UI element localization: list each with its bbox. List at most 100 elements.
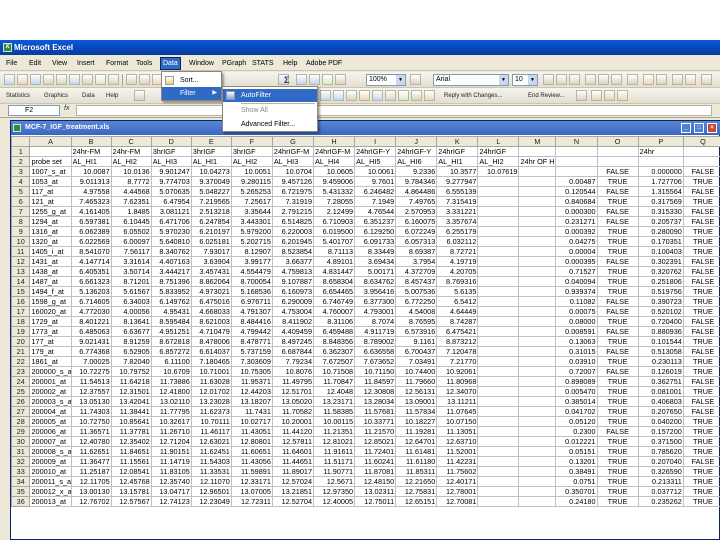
column-header[interactable]: L xyxy=(477,136,520,147)
cell[interactable] xyxy=(518,236,557,247)
cell[interactable] xyxy=(518,366,557,377)
cell[interactable]: 7.79234 xyxy=(271,356,315,367)
cell[interactable]: 4.372709 xyxy=(395,266,438,277)
cell[interactable]: 0.100403 xyxy=(637,246,684,257)
cell[interactable]: 24hrIGF xyxy=(477,146,520,157)
menu-item-advanced-filter[interactable]: Advanced Filter... xyxy=(223,118,317,131)
cell[interactable]: 0.11082 xyxy=(555,296,598,307)
cell[interactable]: TRUE xyxy=(682,356,720,367)
column-header[interactable]: D xyxy=(150,136,192,147)
cell[interactable]: 11.87081 xyxy=(354,466,397,477)
cell[interactable]: FALSE xyxy=(682,206,720,217)
cell[interactable] xyxy=(29,146,72,157)
cell[interactable]: 13.23171 xyxy=(313,396,356,407)
cell[interactable]: 0.785620 xyxy=(637,446,684,457)
cell[interactable]: 6.022569 xyxy=(70,236,112,247)
cell[interactable]: 9.457126 xyxy=(271,176,315,187)
cell[interactable] xyxy=(518,396,557,407)
cell[interactable]: 5.070635 xyxy=(150,186,192,197)
cell[interactable]: 6.687844 xyxy=(271,346,315,357)
cell[interactable]: 200008_s_at xyxy=(29,446,72,457)
cell[interactable]: TRUE xyxy=(682,386,720,397)
cell[interactable] xyxy=(477,216,520,227)
cell[interactable]: 12.23049 xyxy=(190,496,232,507)
cell[interactable]: 1294_at xyxy=(29,216,72,227)
menu-stats[interactable]: STATS xyxy=(250,58,276,69)
cell[interactable]: 0.00075 xyxy=(555,306,598,317)
cell[interactable]: 0.231271 xyxy=(555,216,598,227)
cell[interactable] xyxy=(518,316,557,327)
cell[interactable]: 5.265253 xyxy=(230,186,273,197)
row-header[interactable]: 10 xyxy=(11,236,31,247)
align-left-icon[interactable] xyxy=(585,74,596,85)
cell[interactable]: FALSE xyxy=(682,406,720,417)
cell[interactable]: TRUE xyxy=(596,476,639,487)
cell[interactable] xyxy=(477,256,520,267)
cell[interactable]: 7.93017 xyxy=(190,246,232,257)
row-header[interactable]: 15 xyxy=(11,286,31,297)
cell[interactable] xyxy=(477,326,520,337)
cell[interactable]: 0.390723 xyxy=(637,296,684,307)
cell[interactable]: 10.71001 xyxy=(190,366,232,377)
cell[interactable]: 7.1949 xyxy=(354,196,397,207)
cell[interactable]: 0.207650 xyxy=(637,406,684,417)
font-name-combo[interactable]: Arial ▼ xyxy=(433,74,509,86)
print-icon[interactable] xyxy=(69,74,80,85)
cell[interactable]: 7.21770 xyxy=(436,356,479,367)
row-header[interactable]: 32 xyxy=(11,456,31,467)
row-header[interactable]: 28 xyxy=(11,416,31,427)
cell[interactable]: TRUE xyxy=(596,396,639,407)
cell[interactable]: 5.401707 xyxy=(313,236,356,247)
cell[interactable]: 6.714605 xyxy=(70,296,112,307)
print-preview-icon[interactable] xyxy=(82,74,93,85)
column-header[interactable]: K xyxy=(436,136,479,147)
cell[interactable]: 6.661323 xyxy=(70,276,112,287)
cell[interactable]: 11.63028 xyxy=(190,376,232,387)
cell[interactable]: 6.654465 xyxy=(313,286,356,297)
pdf-icon[interactable] xyxy=(617,90,628,101)
cell[interactable]: AL_HI1 xyxy=(70,156,112,167)
cell[interactable] xyxy=(518,336,557,347)
cell[interactable]: FALSE xyxy=(596,426,639,437)
cell[interactable]: 24hr xyxy=(637,146,684,157)
cell[interactable]: 24hrIGF-M xyxy=(271,146,315,157)
cell[interactable]: 5.737159 xyxy=(230,346,273,357)
cell[interactable]: 6.47954 xyxy=(150,196,192,207)
minimize-icon[interactable]: _ xyxy=(681,123,691,133)
cell[interactable]: 2.513218 xyxy=(190,206,232,217)
cell[interactable]: 3.081121 xyxy=(150,206,192,217)
cell[interactable] xyxy=(477,176,520,187)
cell[interactable]: TRUE xyxy=(682,446,720,457)
cell[interactable]: 24hr-FM xyxy=(110,146,152,157)
cut-icon[interactable] xyxy=(126,74,137,85)
spelling-icon[interactable] xyxy=(95,74,106,85)
cell[interactable]: 6.475016 xyxy=(190,296,232,307)
row-header[interactable]: 24 xyxy=(11,376,31,387)
cell[interactable] xyxy=(518,196,557,207)
cell[interactable]: 0.513058 xyxy=(637,346,684,357)
cell[interactable]: 11.13051 xyxy=(436,426,479,437)
cell[interactable]: 8.541070 xyxy=(70,246,112,257)
cell[interactable]: 1861_at xyxy=(29,356,72,367)
row-header[interactable]: 29 xyxy=(11,426,31,437)
cell[interactable] xyxy=(518,206,557,217)
review-icon[interactable] xyxy=(424,90,435,101)
cell[interactable]: 7.82040 xyxy=(110,356,152,367)
row-header[interactable]: 6 xyxy=(11,196,31,207)
research-icon[interactable] xyxy=(108,74,119,85)
column-header[interactable]: C xyxy=(110,136,152,147)
toolbar-options-icon[interactable] xyxy=(576,90,587,101)
cell[interactable]: 13.11211 xyxy=(436,396,479,407)
cell[interactable]: 7.00025 xyxy=(70,356,112,367)
cell[interactable]: TRUE xyxy=(596,486,639,497)
save-icon[interactable] xyxy=(30,74,41,85)
cell[interactable]: 12.63021 xyxy=(190,436,232,447)
cell[interactable] xyxy=(477,226,520,237)
table-icon[interactable] xyxy=(604,90,615,101)
cell[interactable]: 0.157200 xyxy=(637,426,684,437)
cell[interactable]: 11.60651 xyxy=(230,446,273,457)
cell[interactable] xyxy=(477,476,520,487)
fx-icon[interactable]: fx xyxy=(64,105,69,112)
cell[interactable] xyxy=(518,476,557,487)
cell[interactable] xyxy=(477,416,520,427)
